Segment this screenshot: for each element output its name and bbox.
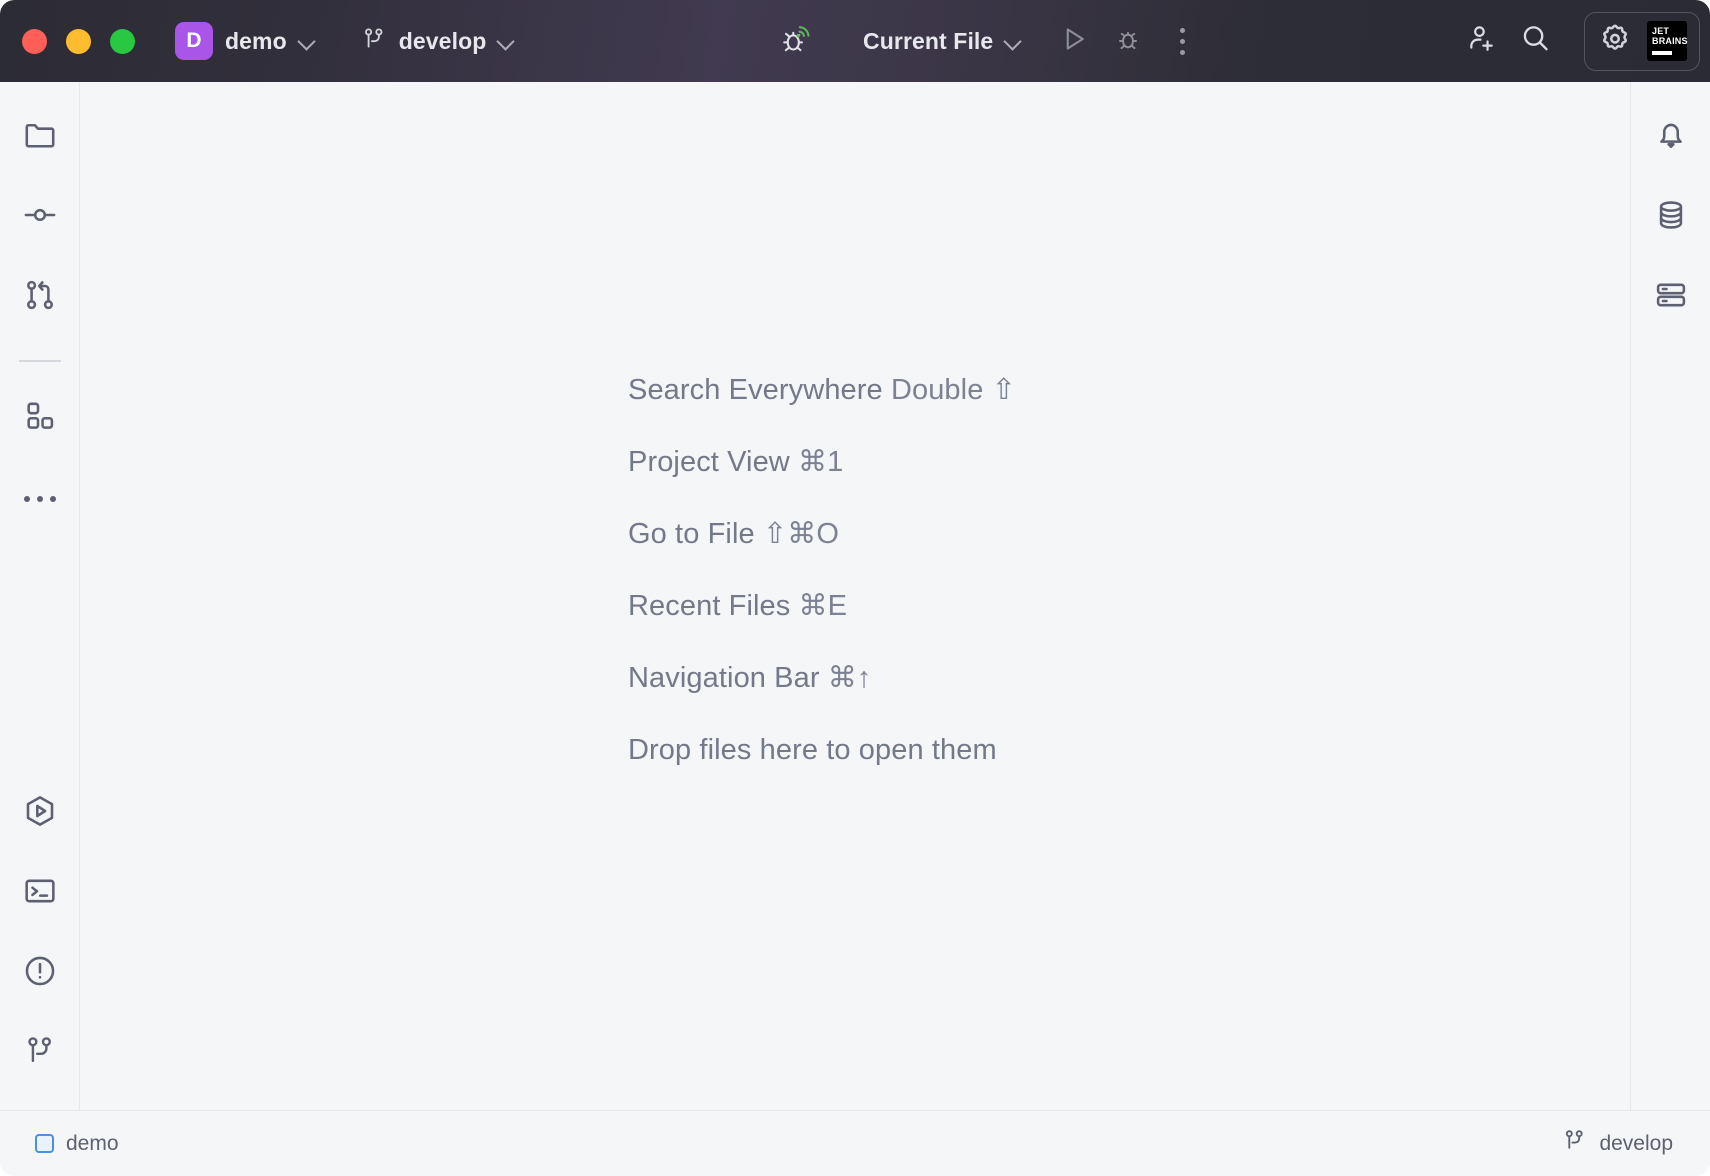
- editor-empty-state: Search Everywhere Double ⇧ Project View …: [80, 82, 1630, 1110]
- jetbrains-logo-line1: JET: [1652, 26, 1683, 36]
- bell-icon: [1653, 117, 1689, 158]
- sidebar-item-pull-requests[interactable]: [13, 270, 67, 324]
- hint-action: Recent Files: [628, 590, 790, 622]
- project-name: demo: [225, 28, 287, 55]
- chevron-down-icon: [498, 33, 514, 49]
- squares-icon: [23, 399, 57, 438]
- hint-shortcut: ⇧⌘O: [763, 518, 839, 550]
- chevron-down-icon: [1005, 33, 1021, 49]
- sidebar-item-commit[interactable]: [13, 190, 67, 244]
- status-module[interactable]: demo: [26, 1127, 128, 1161]
- sidebar-item-version-control[interactable]: [13, 1026, 67, 1080]
- add-collaborator-button[interactable]: [1454, 14, 1508, 68]
- search-button[interactable]: [1508, 14, 1562, 68]
- hint-action: Go to File: [628, 518, 755, 550]
- user-plus-icon: [1465, 22, 1498, 60]
- status-module-label: demo: [66, 1132, 119, 1156]
- server-stack-icon: [1653, 277, 1689, 318]
- search-icon: [1519, 22, 1552, 60]
- more-dots-icon: [24, 496, 56, 502]
- jetbrains-logo[interactable]: JET BRAINS: [1647, 21, 1687, 61]
- bug-with-signal-icon: [777, 20, 815, 63]
- bug-icon: [1113, 24, 1143, 59]
- git-branch-icon: [1562, 1128, 1587, 1159]
- sidebar-item-terminal[interactable]: [13, 866, 67, 920]
- gear-icon: [1597, 21, 1633, 62]
- debug-listener-button[interactable]: [769, 14, 823, 68]
- editor-hint-list: Search Everywhere Double ⇧ Project View …: [628, 374, 1016, 767]
- hint-project-view[interactable]: Project View ⌘1: [628, 446, 1016, 479]
- run-hexagon-icon: [22, 793, 58, 834]
- status-bar: demo develop: [0, 1110, 1710, 1176]
- sidebar-item-project[interactable]: [13, 110, 67, 164]
- hint-go-to-file[interactable]: Go to File ⇧⌘O: [628, 518, 1016, 551]
- hint-action: Navigation Bar: [628, 662, 820, 694]
- settings-button[interactable]: [1597, 21, 1633, 62]
- sidebar-item-run[interactable]: [13, 786, 67, 840]
- warning-circle-icon: [22, 953, 58, 994]
- pull-request-icon: [22, 277, 58, 318]
- rail-divider: [19, 360, 61, 362]
- database-icon: [1653, 197, 1689, 238]
- title-bar: D demo develop: [0, 0, 1710, 82]
- run-configuration-selector[interactable]: Current File: [851, 21, 1033, 62]
- sidebar-item-notifications[interactable]: [1644, 110, 1698, 164]
- hint-action: Search Everywhere: [628, 374, 883, 406]
- terminal-icon: [22, 873, 58, 914]
- hint-recent-files[interactable]: Recent Files ⌘E: [628, 590, 1016, 623]
- run-button[interactable]: [1047, 14, 1101, 68]
- git-branch-icon: [361, 26, 387, 57]
- ide-window: D demo develop: [0, 0, 1710, 1176]
- hint-navigation-bar[interactable]: Navigation Bar ⌘↑: [628, 662, 1016, 695]
- sidebar-item-more-tool-windows[interactable]: [13, 472, 67, 526]
- status-branch-label: develop: [1599, 1132, 1673, 1156]
- status-branch[interactable]: develop: [1553, 1123, 1682, 1164]
- left-tool-rail: [0, 82, 80, 1110]
- hint-shortcut: ⌘↑: [828, 662, 872, 694]
- run-triangle-icon: [1059, 24, 1089, 59]
- sidebar-item-plugins[interactable]: [13, 392, 67, 446]
- sidebar-item-database[interactable]: [1644, 190, 1698, 244]
- hint-action: Drop files here to open them: [628, 734, 997, 766]
- settings-group: JET BRAINS: [1584, 12, 1700, 71]
- hint-search-everywhere[interactable]: Search Everywhere Double ⇧: [628, 374, 1016, 407]
- module-square-icon: [35, 1134, 54, 1153]
- minimize-window-button[interactable]: [66, 29, 91, 54]
- hint-drop-files: Drop files here to open them: [628, 734, 1016, 767]
- sidebar-item-services[interactable]: [1644, 270, 1698, 324]
- sidebar-item-problems[interactable]: [13, 946, 67, 1000]
- run-configuration-label: Current File: [863, 28, 993, 55]
- right-tool-rail: [1630, 82, 1710, 1110]
- hint-shortcut: ⌘E: [799, 590, 848, 622]
- project-selector[interactable]: D demo: [169, 16, 325, 66]
- chevron-down-icon: [299, 33, 315, 49]
- kebab-menu-icon: [1180, 28, 1185, 55]
- folder-icon: [22, 117, 58, 158]
- jetbrains-logo-line2: BRAINS: [1652, 36, 1683, 46]
- branch-name: develop: [399, 28, 487, 55]
- hint-shortcut: Double ⇧: [891, 374, 1016, 406]
- hint-action: Project View: [628, 446, 790, 478]
- jetbrains-logo-bar: [1652, 51, 1672, 55]
- debug-button[interactable]: [1101, 14, 1155, 68]
- commit-icon: [22, 197, 58, 238]
- main-body: Search Everywhere Double ⇧ Project View …: [0, 82, 1710, 1110]
- maximize-window-button[interactable]: [110, 29, 135, 54]
- hint-shortcut: ⌘1: [798, 446, 843, 478]
- git-branch-icon: [23, 1034, 57, 1073]
- project-badge: D: [175, 22, 213, 60]
- close-window-button[interactable]: [22, 29, 47, 54]
- traffic-lights: [22, 29, 135, 54]
- more-actions-button[interactable]: [1155, 14, 1209, 68]
- branch-selector[interactable]: develop: [351, 20, 525, 63]
